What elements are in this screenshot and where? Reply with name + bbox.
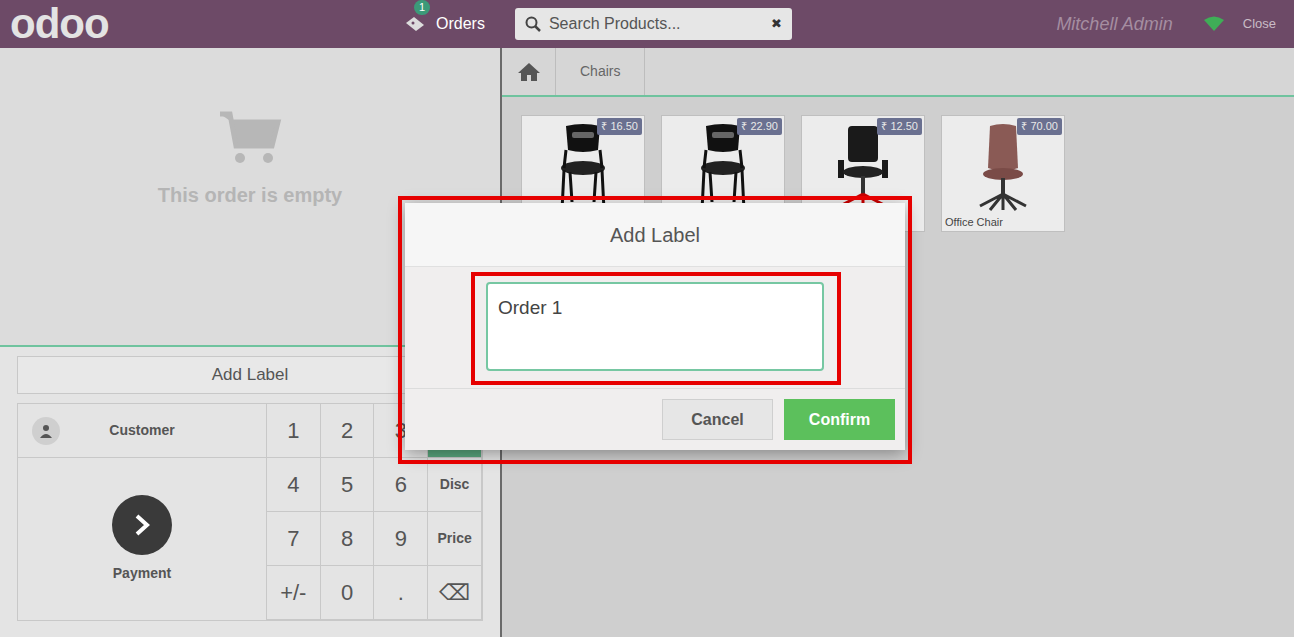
cart-icon [218,110,282,166]
highlight-box [398,196,912,464]
office-chair-icon [968,122,1038,212]
pos-screen: odoo1OrdersSearch Products...✖Mitchell A… [0,0,1294,637]
customer-button[interactable]: Customer [18,404,266,458]
numpad-key[interactable]: 6 [374,458,428,512]
chevron-right-icon [132,513,152,537]
numpad-key[interactable]: 5 [321,458,375,512]
search-icon [525,16,541,32]
cancel-button[interactable]: Cancel [662,399,773,440]
breadcrumb-bar: Chairs [502,48,1294,95]
numpad-key[interactable]: ⌫ [428,566,482,620]
numpad-key[interactable]: 2 [321,404,375,458]
numpad-key[interactable]: 0 [321,566,375,620]
user-icon [39,424,53,438]
search-placeholder: Search Products... [549,12,763,36]
dialog-title: Add Label [405,203,905,267]
chair-icon [688,122,758,212]
numpad-key[interactable]: 9 [374,512,428,566]
orders-button[interactable]: 1Orders [404,12,485,36]
product-price: ₹ 22.90 [737,118,782,135]
close-button[interactable]: Close [1243,14,1276,34]
product-card[interactable]: ₹ 70.00 Office Chair [941,115,1065,232]
payment-button[interactable]: Payment [18,458,266,620]
user-name[interactable]: Mitchell Admin [1056,11,1172,38]
product-price: ₹ 70.00 [1017,118,1062,135]
search-box[interactable]: Search Products... ✖ [515,8,792,40]
add-label-dialog: Add Label Order 1 Cancel Confirm [405,203,905,450]
orders-badge: 1 [414,0,430,15]
home-icon [517,62,541,82]
numpad-key[interactable]: 7 [267,512,321,566]
logo[interactable]: odoo [0,3,390,45]
numpad-key[interactable]: . [374,566,428,620]
orders-label: Orders [436,12,485,36]
wifi-icon [1203,16,1225,32]
product-price: ₹ 12.50 [877,118,922,135]
numpad-key[interactable]: 1 [267,404,321,458]
numpad-key[interactable]: Price [428,512,482,566]
home-button[interactable] [502,48,556,95]
numpad-key[interactable]: Disc [428,458,482,512]
product-name: Office Chair [942,214,1003,231]
empty-text: This order is empty [158,180,343,210]
product-price: ₹ 16.50 [597,118,642,135]
ticket-icon [404,15,426,33]
chair-icon [548,122,618,212]
numpad-key[interactable]: +/- [267,566,321,620]
breadcrumb-item[interactable]: Chairs [556,48,645,95]
confirm-button[interactable]: Confirm [784,399,895,440]
label-input[interactable]: Order 1 [486,282,824,371]
search-clear-button[interactable]: ✖ [771,14,782,34]
highlight-box [471,272,841,385]
numpad-key[interactable]: 4 [267,458,321,512]
numpad-key[interactable]: 8 [321,512,375,566]
top-bar: odoo1OrdersSearch Products...✖Mitchell A… [0,0,1294,48]
desk-chair-icon [828,122,898,212]
